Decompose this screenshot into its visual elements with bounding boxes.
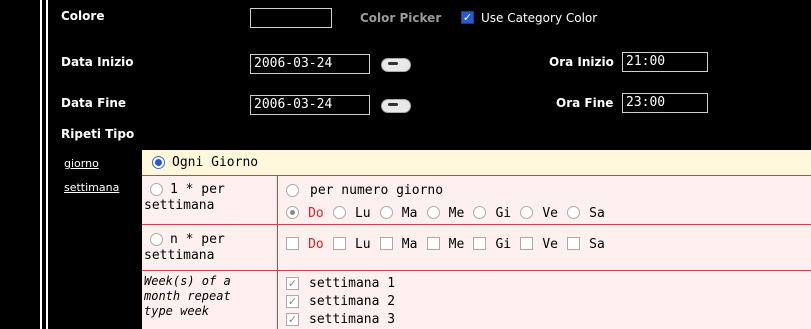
data-inizio-calendar-button[interactable]: [381, 58, 411, 72]
day-label-sa: Sa: [589, 206, 605, 221]
day-checkbox-gi[interactable]: [473, 237, 487, 250]
nday-label-gi: Gi: [495, 237, 512, 252]
repeat-panel: Ogni Giorno 1 * per settimana per numero…: [142, 150, 811, 329]
colore-field[interactable]: [250, 8, 332, 28]
nday-label-do: Do: [308, 237, 324, 252]
one-per-week-days: Do Lu Ma Me Gi Ve Sa: [286, 202, 609, 221]
day-radio-me[interactable]: [426, 206, 440, 219]
day-radio-gi[interactable]: [473, 206, 487, 219]
frame-line-left-2: [46, 0, 48, 329]
day-radio-lu[interactable]: [332, 206, 346, 219]
one-per-week-cell: 1 * per settimana: [142, 176, 278, 225]
per-numero-giorno-label: per numero giorno: [310, 183, 444, 198]
week-label-1: settimana 1: [309, 276, 396, 291]
one-per-week-options: per numero giorno Do Lu Ma Me Gi Ve Sa: [278, 176, 811, 225]
day-label-ma: Ma: [401, 206, 418, 221]
week-of-month-label-2: month repeat: [144, 289, 231, 303]
week-of-month-cell: Week(s) of a month repeat type week: [142, 271, 278, 329]
n-per-week-options: Do Lu Ma Me Gi Ve Sa: [278, 225, 811, 271]
nday-label-lu: Lu: [354, 237, 371, 252]
day-radio-do[interactable]: [286, 206, 299, 219]
data-inizio-field[interactable]: 2006-03-24: [250, 54, 370, 74]
n-per-week-label-1: n * per: [170, 232, 225, 247]
week-checkbox-1[interactable]: ✓: [286, 277, 299, 290]
nday-label-sa: Sa: [589, 237, 605, 252]
day-label-gi: Gi: [495, 206, 512, 221]
colore-label: Colore: [61, 9, 105, 23]
n-per-week-days: Do Lu Ma Me Gi Ve Sa: [286, 233, 609, 252]
day-label-me: Me: [448, 206, 465, 221]
day-radio-sa[interactable]: [567, 206, 581, 219]
ogni-giorno-label: Ogni Giorno: [172, 155, 259, 170]
data-fine-calendar-button[interactable]: [381, 99, 411, 113]
ora-fine-field[interactable]: 23:00: [622, 93, 708, 113]
day-checkbox-lu[interactable]: [332, 237, 346, 250]
week-label-2: settimana 2: [309, 294, 396, 309]
n-per-week-label-2: settimana: [144, 248, 215, 263]
n-per-week-cell: n * per settimana: [142, 225, 278, 271]
n-per-week-radio[interactable]: [150, 233, 163, 246]
ora-inizio-label: Ora Inizio: [549, 55, 614, 69]
nday-label-ma: Ma: [401, 237, 418, 252]
giorno-link[interactable]: giorno: [64, 157, 99, 170]
use-category-color-checkbox[interactable]: ✓: [461, 11, 474, 24]
nday-label-ve: Ve: [542, 237, 558, 252]
one-per-week-label-1: 1 * per: [170, 182, 225, 197]
one-per-week-radio[interactable]: [150, 183, 163, 196]
day-label-ve: Ve: [542, 206, 558, 221]
day-label-lu: Lu: [354, 206, 371, 221]
day-checkbox-do[interactable]: [286, 237, 299, 250]
day-checkbox-ve[interactable]: [520, 237, 534, 250]
week-checkbox-3[interactable]: ✓: [286, 313, 299, 326]
day-checkbox-me[interactable]: [426, 237, 440, 250]
use-category-color-label: Use Category Color: [481, 11, 598, 25]
settimana-link[interactable]: settimana: [64, 181, 119, 194]
day-checkbox-sa[interactable]: [567, 237, 581, 250]
day-checkbox-ma[interactable]: [379, 237, 393, 250]
ora-fine-label: Ora Fine: [556, 96, 614, 110]
nday-label-me: Me: [448, 237, 465, 252]
day-radio-ma[interactable]: [379, 206, 393, 219]
week-label-3: settimana 3: [309, 312, 396, 327]
ripeti-tipo-label: Ripeti Tipo: [61, 127, 135, 141]
data-fine-field[interactable]: 2006-03-24: [250, 95, 370, 115]
week-of-month-label-3: type week: [144, 304, 210, 318]
week-of-month-options: ✓ settimana 1 ✓ settimana 2 ✓ settimana …: [278, 271, 811, 329]
day-label-do: Do: [308, 206, 324, 221]
data-inizio-label: Data Inizio: [61, 55, 134, 69]
week-checkbox-2[interactable]: ✓: [286, 295, 299, 308]
day-radio-ve[interactable]: [520, 206, 534, 219]
week-of-month-label-1: Week(s) of a: [144, 274, 231, 288]
ogni-giorno-radio[interactable]: [152, 156, 165, 169]
data-fine-label: Data Fine: [61, 96, 127, 110]
color-picker-link[interactable]: Color Picker: [360, 11, 441, 25]
frame-line-left: [40, 0, 42, 329]
per-numero-giorno-radio[interactable]: [286, 184, 299, 197]
one-per-week-label-2: settimana: [144, 198, 215, 213]
ora-inizio-field[interactable]: 21:00: [622, 52, 708, 72]
ogni-giorno-row: Ogni Giorno: [142, 150, 811, 176]
